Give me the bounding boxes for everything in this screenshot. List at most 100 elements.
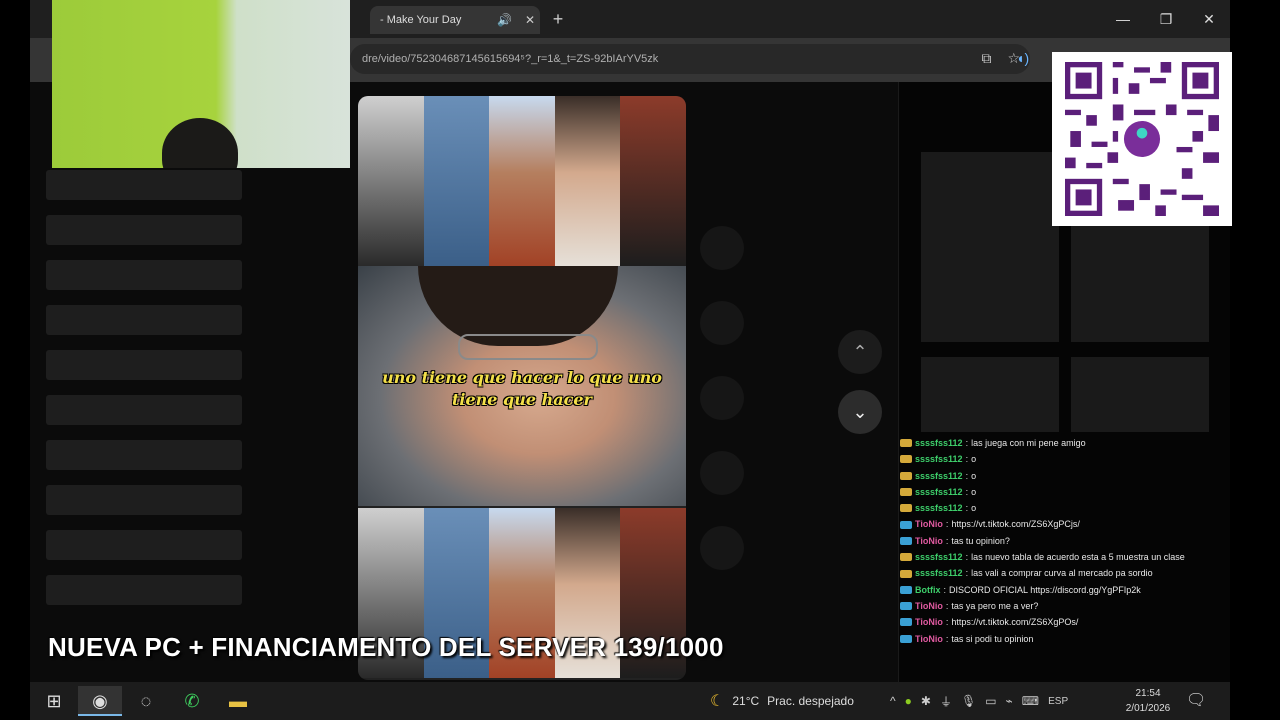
video-actions-skeleton bbox=[700, 226, 744, 601]
chat-username: ssssfss112 bbox=[915, 568, 963, 579]
photo-collage-top bbox=[358, 96, 686, 266]
chat-username: TioNio bbox=[915, 600, 943, 611]
yape-qr-code bbox=[1052, 52, 1232, 226]
chat-text: o bbox=[971, 470, 977, 481]
action-placeholder bbox=[700, 526, 744, 570]
chat-text: https://vt.tiktok.com/ZS6XgPOs/ bbox=[951, 617, 1079, 628]
chat-username: ssssfss112 bbox=[915, 486, 963, 497]
chat-separator: : bbox=[965, 552, 969, 563]
chevron-down-icon: ⌄ bbox=[852, 402, 868, 422]
previous-video-button[interactable]: ⌃ bbox=[838, 330, 882, 374]
chat-message: Botfix: DISCORD OFICIAL https://discord.g… bbox=[900, 582, 1220, 598]
chat-text: las nuevo tabla de acuerdo esta a 5 mues… bbox=[971, 552, 1185, 563]
chat-message: TioNio: tas ya pero me a ver? bbox=[900, 598, 1220, 614]
chat-separator: : bbox=[945, 617, 949, 628]
tab-active[interactable]: - Make Your Day 🔊 ✕ bbox=[370, 6, 540, 34]
chat-badge-icon bbox=[900, 504, 912, 513]
chat-text: las vali a comprar curva al mercado pa s… bbox=[971, 568, 1153, 579]
extension-audio-icon[interactable]: ◖) bbox=[1016, 50, 1029, 66]
windows-start-icon[interactable]: ⊞ bbox=[32, 686, 76, 716]
stream-goal-banner: NUEVA PC + FINANCIAMENTO DEL SERVER 139/… bbox=[48, 632, 724, 662]
display-icon[interactable]: ▭ bbox=[985, 694, 996, 708]
network-icon[interactable]: ⌁ bbox=[1006, 694, 1013, 708]
system-tray: ^ ● ✱ ⏚ 🎙 ▭ ⌁ ⌨ ESP bbox=[890, 682, 1068, 720]
skeleton-item bbox=[46, 530, 242, 560]
chat-text: o bbox=[971, 486, 977, 497]
skeleton-item bbox=[46, 440, 242, 470]
address-bar[interactable]: dre/video/752304687145615694⁵?_r=1&_t=ZS… bbox=[350, 44, 1030, 74]
file-explorer-icon[interactable]: ▬ bbox=[216, 686, 260, 716]
green-app-icon[interactable]: ● bbox=[905, 694, 912, 708]
obs-icon[interactable]: ◌ bbox=[124, 686, 168, 716]
skeleton-item bbox=[46, 485, 242, 515]
chat-badge-icon bbox=[900, 602, 912, 611]
action-placeholder bbox=[700, 451, 744, 495]
chat-separator: : bbox=[965, 470, 969, 481]
skeleton-item bbox=[46, 170, 242, 200]
chat-badge-icon bbox=[900, 569, 912, 578]
whatsapp-icon[interactable]: ✆ bbox=[170, 686, 214, 716]
skeleton-item bbox=[46, 305, 242, 335]
minimize-button[interactable]: — bbox=[1108, 8, 1138, 30]
chat-username: TioNio bbox=[915, 617, 943, 628]
chat-message: ssssfss112: o bbox=[900, 451, 1220, 467]
video-player[interactable]: uno tiene que hacer lo que uno tiene que… bbox=[358, 96, 686, 680]
chat-separator: : bbox=[945, 519, 949, 530]
chat-badge-icon bbox=[900, 488, 912, 497]
chrome-icon[interactable]: ◉ bbox=[78, 686, 122, 716]
chat-username: TioNio bbox=[915, 633, 943, 644]
chat-badge-icon bbox=[900, 553, 912, 562]
qr-code-image bbox=[1065, 62, 1219, 216]
chat-badge-icon bbox=[900, 439, 912, 448]
install-app-icon[interactable]: ⧉ bbox=[981, 50, 991, 67]
notification-icon[interactable]: 🗨 bbox=[1186, 690, 1206, 710]
clock-date: 2/01/2026 bbox=[1125, 703, 1171, 714]
usb-icon[interactable]: ⏚ bbox=[940, 693, 952, 710]
chat-message: ssssfss112: o bbox=[900, 500, 1220, 516]
chevron-up-icon: ⌃ bbox=[852, 342, 868, 362]
chat-separator: : bbox=[965, 438, 969, 448]
chat-message: ssssfss112: las vali a comprar curva al m… bbox=[900, 565, 1220, 581]
chat-text: tas ya pero me a ver? bbox=[951, 600, 1039, 611]
chat-badge-icon bbox=[900, 585, 912, 594]
microphone-icon[interactable]: 🎙 bbox=[961, 694, 976, 708]
language-indicator[interactable]: ESP bbox=[1048, 696, 1068, 707]
weather-widget[interactable]: ☾ 21°C Prac. despejado bbox=[710, 682, 854, 720]
close-button[interactable]: ✕ bbox=[1194, 8, 1224, 30]
video-caption-line1: uno tiene que hacer lo que uno bbox=[382, 368, 662, 387]
weather-desc: Prac. despejado bbox=[767, 694, 854, 708]
chat-text: tas si podi tu opinion bbox=[951, 633, 1034, 644]
clock[interactable]: 21:54 2/01/2026 bbox=[1120, 686, 1176, 716]
chat-username: TioNio bbox=[915, 535, 943, 546]
new-tab-button[interactable]: + bbox=[548, 8, 568, 30]
url-text: dre/video/752304687145615694⁵?_r=1&_t=ZS… bbox=[362, 53, 659, 65]
chat-badge-icon bbox=[900, 471, 912, 480]
chat-text: o bbox=[971, 503, 977, 514]
chat-username: ssssfss112 bbox=[915, 470, 963, 481]
chat-separator: : bbox=[965, 486, 969, 497]
chat-message: TioNio: https://vt.tiktok.com/ZS6XgPCjs/ bbox=[900, 516, 1220, 532]
chat-username: ssssfss112 bbox=[915, 438, 963, 448]
skeleton-item bbox=[46, 575, 242, 605]
chat-message: TioNio: tas tu opinion? bbox=[900, 533, 1220, 549]
chat-separator: : bbox=[945, 535, 949, 546]
chat-text: https://vt.tiktok.com/ZS6XgPCjs/ bbox=[951, 519, 1080, 530]
streamer-head bbox=[162, 118, 238, 168]
chat-username: TioNio bbox=[915, 519, 943, 530]
chat-username: ssssfss112 bbox=[915, 454, 963, 465]
chevron-up-icon[interactable]: ^ bbox=[890, 694, 896, 708]
next-video-button[interactable]: ⌄ bbox=[838, 390, 882, 434]
maximize-button[interactable]: ❐ bbox=[1151, 8, 1181, 30]
chat-username: ssssfss112 bbox=[915, 552, 963, 563]
speaker-icon[interactable]: 🔊 bbox=[497, 13, 512, 27]
skeleton-item bbox=[46, 395, 242, 425]
chat-text: tas tu opinion? bbox=[951, 535, 1010, 546]
chat-separator: : bbox=[965, 454, 969, 465]
tab-close-icon[interactable]: ✕ bbox=[520, 13, 540, 27]
bluetooth-icon[interactable]: ✱ bbox=[921, 694, 931, 708]
keyboard-icon[interactable]: ⌨ bbox=[1022, 694, 1039, 708]
webcam-overlay bbox=[52, 0, 350, 168]
chat-separator: : bbox=[945, 633, 949, 644]
chat-message: ssssfss112: o bbox=[900, 468, 1220, 484]
chat-separator: : bbox=[965, 568, 969, 579]
